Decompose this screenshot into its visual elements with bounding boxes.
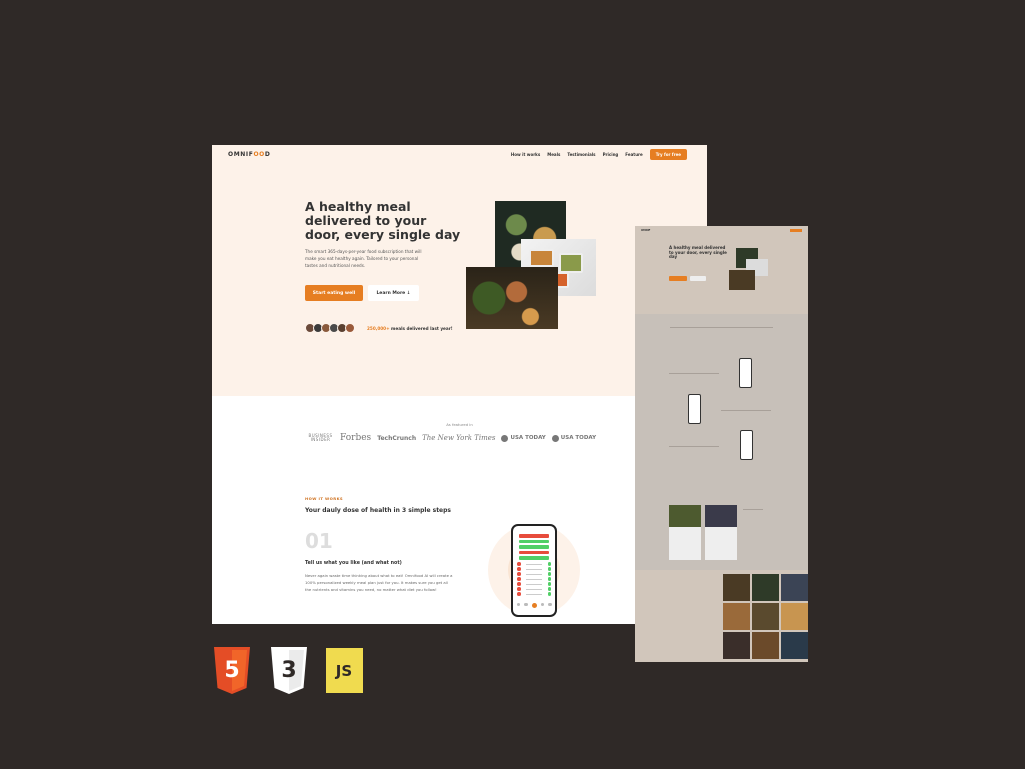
nav-link-meals[interactable]: Meals — [547, 152, 560, 157]
preview-secondary-button — [690, 276, 706, 281]
preview-gallery-photo — [752, 574, 779, 601]
preview-hero-section — [635, 226, 808, 314]
techcrunch-logo: TechCrunch — [377, 434, 417, 442]
how-it-works-title: Your dauly dose of health in 3 simple st… — [305, 507, 451, 514]
preview-photo — [729, 270, 755, 290]
usa-today-logo: USA TODAY — [501, 435, 545, 442]
logo-accent: OO — [253, 151, 265, 158]
preview-gallery-photo — [752, 603, 779, 630]
nav-link-feature[interactable]: Feature — [625, 152, 642, 157]
new-york-times-logo: The New York Times — [422, 434, 496, 442]
preview-gallery-photo — [781, 632, 808, 659]
preview-cta — [790, 229, 802, 232]
nav-links: How it works Meals Testimonials Pricing … — [511, 149, 687, 160]
app-phone-screen — [511, 524, 557, 617]
preview-text — [669, 446, 719, 447]
html5-icon: 5 — [214, 647, 250, 694]
preview-press-logos — [670, 327, 773, 328]
avatar — [345, 323, 355, 333]
preview-phone — [688, 394, 701, 424]
preview-diet-list — [743, 509, 763, 510]
javascript-label: JS — [335, 662, 352, 680]
forbes-logo: Forbes — [340, 433, 372, 443]
preview-phone — [740, 430, 753, 460]
hero-description: The smart 365-days-per-year food subscri… — [305, 249, 422, 268]
preview-meal-card — [669, 505, 701, 560]
logo[interactable]: OMNIFOOD — [228, 151, 270, 158]
nav-link-testimonials[interactable]: Testimonials — [567, 152, 595, 157]
full-page-preview-mockup: OMNIF A healthy meal delivered to your d… — [635, 226, 808, 662]
usa-today-logo: USA TODAY — [552, 435, 596, 442]
start-eating-well-button[interactable]: Start eating well — [305, 285, 363, 301]
preview-hero-title: A healthy meal delivered to your door, e… — [669, 245, 727, 260]
nav-link-pricing[interactable]: Pricing — [603, 152, 619, 157]
css3-label: 3 — [281, 658, 296, 683]
preview-gallery-photo — [723, 632, 750, 659]
how-it-works-subheading: HOW IT WORKS — [305, 496, 344, 501]
main-website-mockup: OMNIFOOD How it works Meals Testimonials… — [212, 145, 707, 624]
meals-delivered-text: 250,000+ meals delivered last year! — [367, 326, 453, 331]
business-insider-logo: BUSINESS INSIDER — [308, 432, 333, 442]
featured-in-section: As featured in BUSINESS INSIDER Forbes T… — [212, 396, 707, 624]
press-logos: BUSINESS INSIDER Forbes TechCrunch The N… — [307, 432, 597, 443]
step-title: Tell us what you like (and what not) — [305, 561, 402, 566]
css3-icon: 3 — [271, 647, 307, 694]
navigation-bar: OMNIFOOD How it works Meals Testimonials… — [212, 145, 707, 164]
preview-text — [721, 410, 771, 411]
customer-avatars — [305, 323, 355, 333]
preview-gallery-photo — [781, 603, 808, 630]
preview-phone — [739, 358, 752, 388]
preview-gallery-photo — [781, 574, 808, 601]
meals-delivered-count: 250,000+ — [367, 326, 390, 331]
featured-in-label: As featured in — [446, 422, 473, 427]
hero-photo-woman-eating — [466, 267, 558, 329]
logo-text-end: D — [264, 151, 271, 158]
logo-text: OMNIF — [228, 151, 254, 158]
preview-primary-button — [669, 276, 687, 281]
preview-logo: OMNIF — [641, 229, 651, 232]
learn-more-button[interactable]: Learn More ↓ — [368, 285, 419, 301]
try-for-free-button[interactable]: Try for free — [649, 149, 687, 160]
javascript-icon: JS — [326, 648, 363, 693]
preview-gallery-photo — [752, 632, 779, 659]
html5-label: 5 — [224, 658, 239, 683]
meals-delivered-label: meals delivered last year! — [389, 326, 453, 331]
hero-title: A healthy meal delivered to your door, e… — [305, 199, 461, 242]
preview-meal-card — [705, 505, 737, 560]
preview-text — [669, 373, 719, 374]
preview-gallery-photo — [723, 603, 750, 630]
preview-gallery-photo — [723, 574, 750, 601]
step-number: 01 — [305, 529, 333, 553]
step-description: Never again waste time thinking about wh… — [305, 573, 453, 592]
nav-link-how-it-works[interactable]: How it works — [511, 152, 540, 157]
